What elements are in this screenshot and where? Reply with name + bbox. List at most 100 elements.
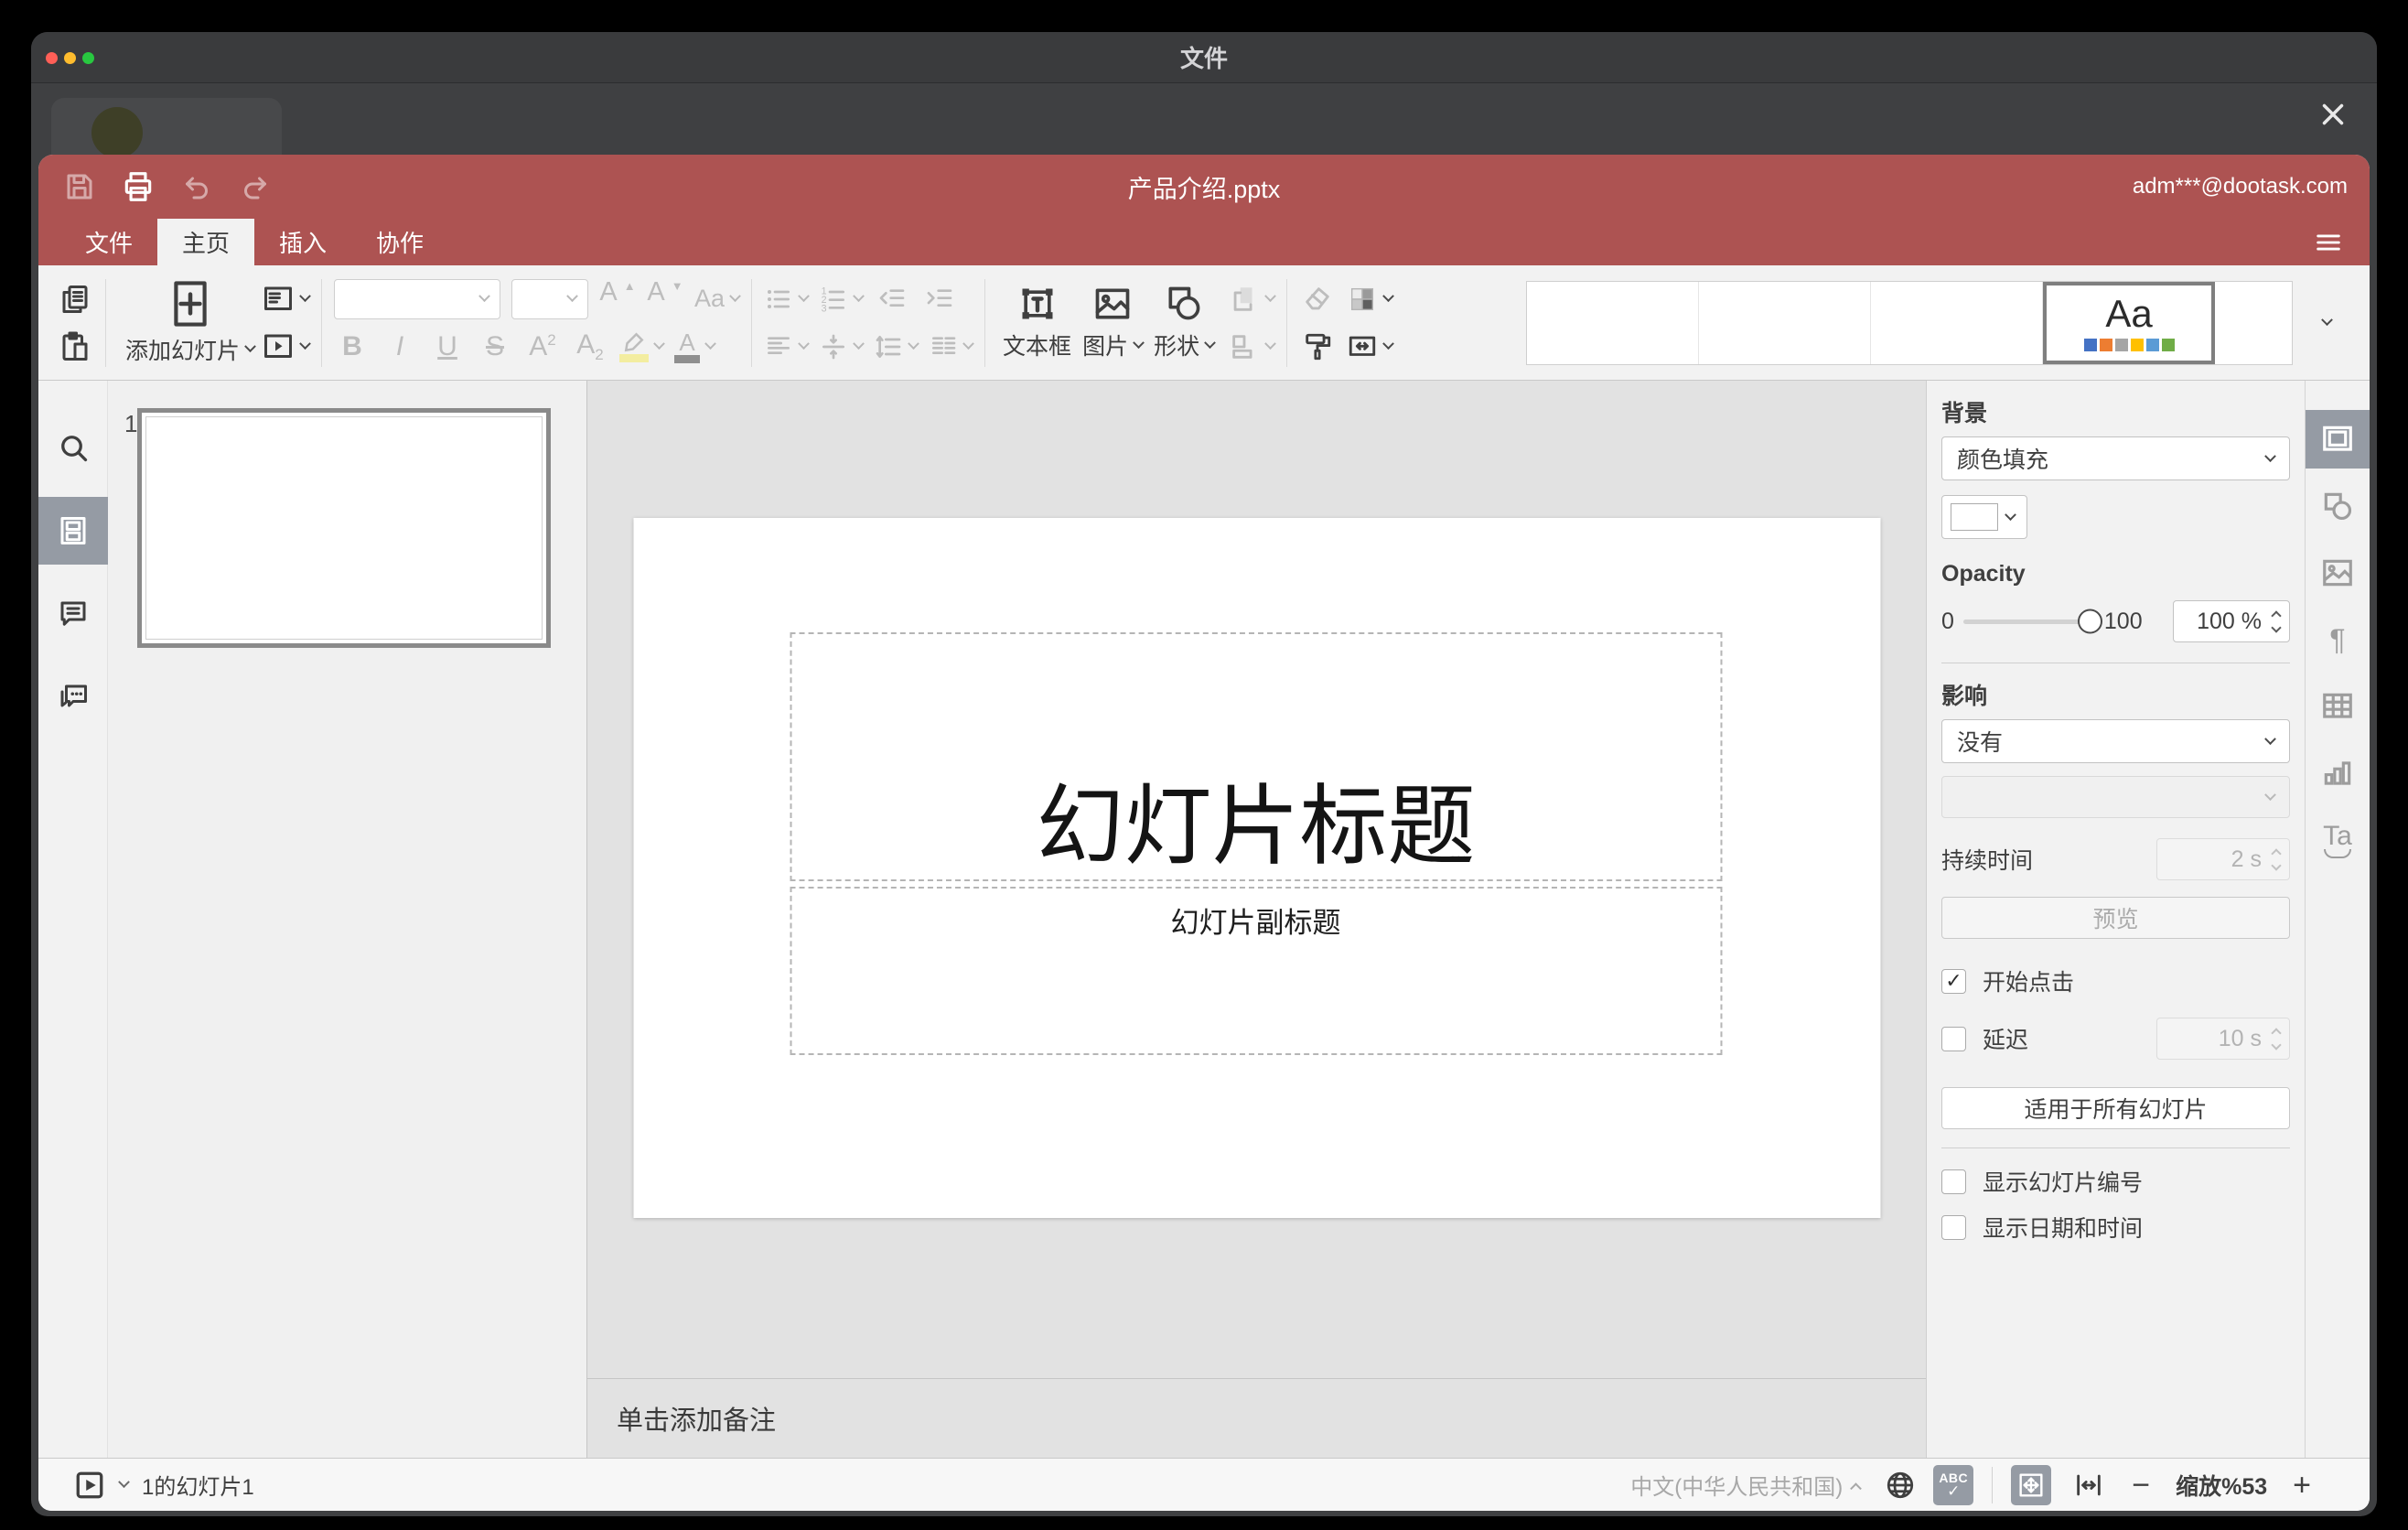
- superscript-button[interactable]: A2: [524, 327, 561, 367]
- start-on-click-checkbox[interactable]: ✓: [1941, 968, 1966, 994]
- save-button[interactable]: [60, 167, 99, 206]
- sidebar-item-slides[interactable]: [38, 497, 108, 565]
- tab-insert[interactable]: 插入: [254, 219, 351, 265]
- line-spacing-button[interactable]: [874, 327, 919, 367]
- copy-style-button[interactable]: [1299, 327, 1336, 367]
- copy-button[interactable]: [57, 279, 93, 319]
- redo-button[interactable]: [236, 167, 274, 206]
- theme-item[interactable]: [1527, 281, 1699, 364]
- insert-shape-button[interactable]: 形状: [1148, 284, 1220, 361]
- apply-to-all-button[interactable]: 适用于所有幻灯片: [1941, 1087, 2290, 1129]
- duration-spinner[interactable]: 2 s: [2156, 838, 2290, 880]
- start-slideshow-status-button[interactable]: [73, 1469, 106, 1502]
- paste-button[interactable]: [57, 327, 93, 367]
- theme-gallery-expand-button[interactable]: [2307, 281, 2346, 365]
- globe-icon: [1884, 1469, 1917, 1502]
- close-dialog-button[interactable]: [2313, 94, 2353, 135]
- undo-button[interactable]: [177, 167, 216, 206]
- vertical-align-button[interactable]: [819, 327, 865, 367]
- fill-color-swatch: [1951, 503, 1998, 531]
- color-scheme-button[interactable]: [1347, 279, 1394, 319]
- tab-collaboration[interactable]: 协作: [351, 219, 448, 265]
- show-slide-number-checkbox[interactable]: [1941, 1169, 1966, 1194]
- add-slide-button[interactable]: 添加幻灯片: [118, 280, 262, 366]
- subtitle-placeholder[interactable]: 幻灯片副标题: [790, 887, 1722, 1055]
- sidebar-item-search[interactable]: [38, 414, 108, 481]
- spell-check-button[interactable]: ABC ✓: [1933, 1464, 1974, 1505]
- slide-thumbnail[interactable]: [137, 408, 551, 648]
- opacity-spinner[interactable]: 100 %: [2173, 600, 2290, 642]
- sidebar-item-comments[interactable]: [38, 580, 108, 648]
- subscript-button[interactable]: A2: [572, 327, 608, 367]
- maximize-traffic-icon[interactable]: [82, 52, 94, 64]
- rail-item-table-settings[interactable]: [2306, 677, 2370, 736]
- slide[interactable]: 幻灯片标题 幻灯片副标题: [633, 518, 1880, 1218]
- chevron-down-icon[interactable]: [118, 1476, 130, 1489]
- fit-slide-button[interactable]: [2011, 1464, 2052, 1505]
- insert-image-button[interactable]: 图片: [1077, 284, 1148, 361]
- strikethrough-button[interactable]: S: [477, 327, 513, 367]
- spinner-arrows-icon[interactable]: [2271, 609, 2282, 633]
- bold-button[interactable]: B: [334, 327, 371, 367]
- opacity-slider[interactable]: [1962, 609, 2102, 634]
- theme-item[interactable]: [1871, 281, 2043, 364]
- theme-item-selected[interactable]: Aa: [2043, 281, 2215, 364]
- decrease-indent-button[interactable]: [874, 279, 910, 319]
- fill-type-select[interactable]: 颜色填充: [1941, 436, 2290, 480]
- font-size-select[interactable]: [511, 278, 589, 319]
- clear-style-button[interactable]: [1299, 279, 1336, 319]
- rail-item-chart-settings[interactable]: [2306, 744, 2370, 803]
- bullet-list-button[interactable]: [764, 279, 810, 319]
- horizontal-align-button[interactable]: [764, 327, 810, 367]
- rail-item-paragraph-settings[interactable]: ¶: [2306, 610, 2370, 669]
- minimize-traffic-icon[interactable]: [64, 52, 76, 64]
- close-traffic-icon[interactable]: [46, 52, 58, 64]
- spinner-arrows-icon[interactable]: [2271, 847, 2282, 871]
- preview-button[interactable]: 预览: [1941, 897, 2290, 939]
- shape-align-button[interactable]: [1229, 327, 1276, 367]
- theme-item[interactable]: [2215, 282, 2292, 364]
- rail-item-slide-settings[interactable]: [2305, 410, 2370, 469]
- decrease-font-button[interactable]: A ▼: [647, 278, 683, 319]
- numbered-list-button[interactable]: 123: [819, 279, 865, 319]
- start-slideshow-button[interactable]: [262, 327, 311, 367]
- print-button[interactable]: [119, 167, 157, 206]
- zoom-in-button[interactable]: +: [2293, 1470, 2311, 1501]
- set-language-button[interactable]: [1884, 1469, 1917, 1502]
- show-date-time-checkbox[interactable]: [1941, 1214, 1966, 1240]
- slide-layout-button[interactable]: [262, 279, 311, 319]
- arrange-button[interactable]: [1229, 279, 1276, 319]
- font-name-select[interactable]: [334, 278, 501, 319]
- delay-checkbox[interactable]: [1941, 1026, 1966, 1051]
- theme-item[interactable]: [1699, 281, 1871, 364]
- rail-item-textart-settings[interactable]: Ta: [2306, 811, 2370, 869]
- tab-file[interactable]: 文件: [60, 219, 157, 265]
- delay-spinner[interactable]: 10 s: [2156, 1018, 2290, 1060]
- sidebar-item-chat[interactable]: [38, 663, 108, 731]
- notes-area[interactable]: 单击添加备注: [587, 1378, 1926, 1458]
- change-case-button[interactable]: Aa: [694, 279, 741, 319]
- underline-button[interactable]: U: [429, 327, 466, 367]
- columns-button[interactable]: [929, 327, 974, 367]
- increase-indent-button[interactable]: [921, 279, 958, 319]
- font-color-button[interactable]: A: [674, 327, 716, 367]
- fit-width-button[interactable]: [2073, 1470, 2104, 1501]
- effect-select[interactable]: 没有: [1941, 719, 2290, 763]
- zoom-out-button[interactable]: −: [2132, 1470, 2150, 1501]
- fill-color-button[interactable]: [1941, 495, 2027, 539]
- highlight-color-button[interactable]: [619, 327, 665, 367]
- title-placeholder[interactable]: 幻灯片标题: [790, 632, 1722, 881]
- rail-item-shape-settings[interactable]: [2306, 477, 2370, 535]
- increase-font-button[interactable]: A ▲: [599, 278, 636, 319]
- italic-button[interactable]: I: [382, 327, 418, 367]
- spinner-arrows-icon[interactable]: [2271, 1027, 2282, 1051]
- slide-size-button[interactable]: [1347, 327, 1394, 367]
- rail-item-image-settings[interactable]: [2306, 544, 2370, 602]
- opacity-slider-knob[interactable]: [2077, 609, 2102, 634]
- language-selector[interactable]: 中文(中华人民共和国): [1630, 1469, 1863, 1501]
- effect-type-select[interactable]: [1941, 776, 2290, 818]
- insert-textbox-button[interactable]: 文本框: [997, 284, 1077, 361]
- tab-home[interactable]: 主页: [157, 219, 255, 265]
- menu-button[interactable]: [2313, 227, 2344, 258]
- slide-canvas[interactable]: 幻灯片标题 幻灯片副标题: [587, 381, 1926, 1378]
